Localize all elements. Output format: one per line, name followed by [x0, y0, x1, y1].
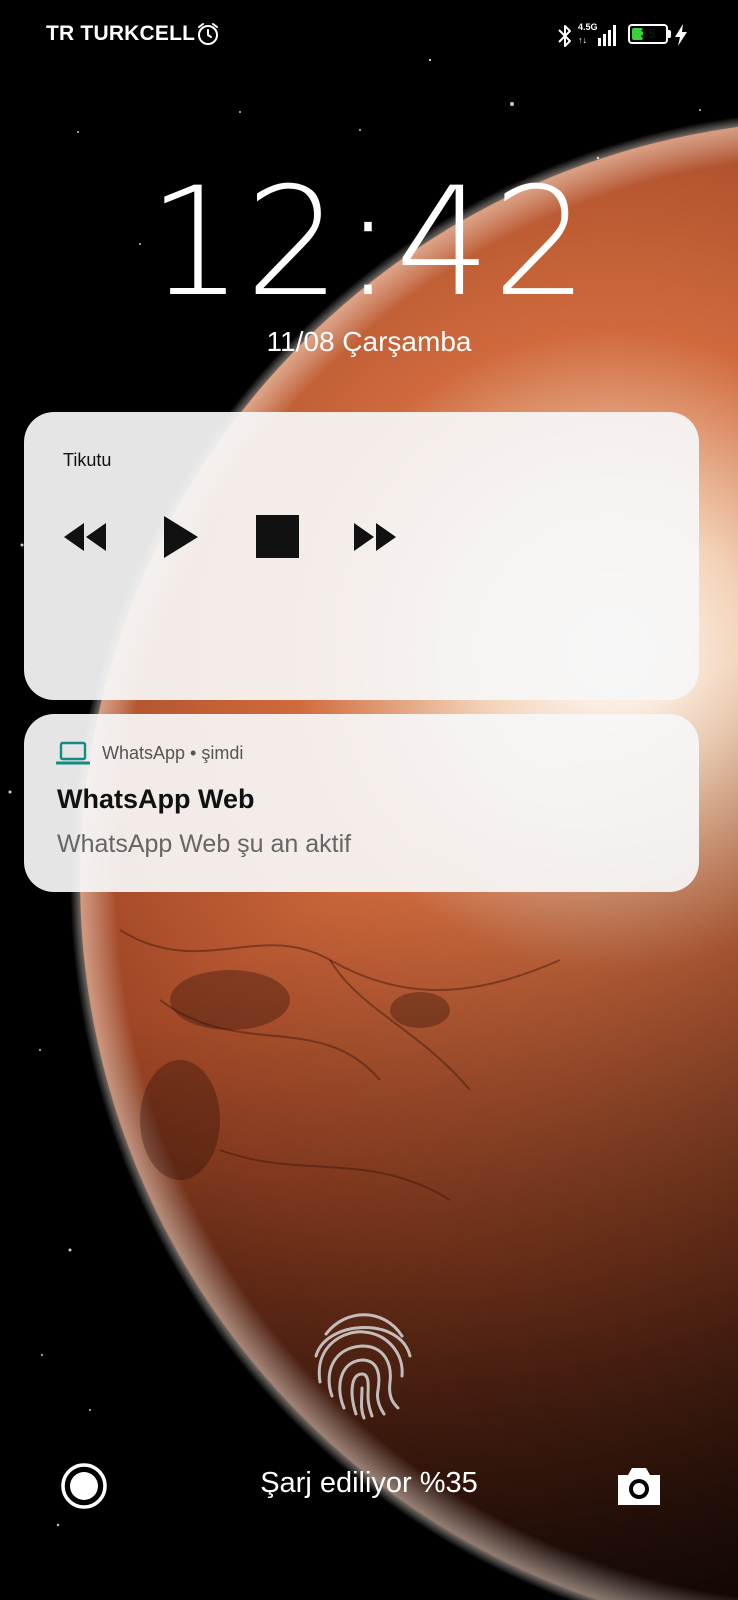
notification-text: WhatsApp Web şu an aktif [57, 830, 352, 858]
battery-tip [668, 30, 671, 38]
media-app-title: Tikutu [63, 450, 112, 470]
network-activity-arrows: ↑↓ [578, 35, 587, 45]
battery-percent: 35 [640, 26, 656, 41]
charging-bolt-icon [675, 24, 687, 46]
lockscreen-date: 11/08 Çarşamba [266, 326, 472, 357]
fast-forward-icon[interactable] [350, 512, 400, 562]
carrier-name: TR TURKCELL [46, 22, 196, 45]
laptop-icon [56, 741, 90, 765]
camera-icon[interactable] [614, 1465, 664, 1507]
status-bar: TR TURKCELL 4.5G ↑↓ 35 [0, 20, 738, 54]
fingerprint-icon[interactable] [306, 1304, 418, 1420]
lockscreen-clock: 12:42 [147, 156, 591, 330]
rewind-icon[interactable] [60, 512, 110, 562]
play-icon[interactable] [158, 512, 202, 562]
notification-app-name: WhatsApp • şimdi [102, 743, 244, 763]
stop-icon[interactable] [255, 512, 301, 562]
alarm-icon [198, 23, 218, 45]
battery-icon: 35 [628, 24, 668, 44]
signal-icon [598, 25, 616, 46]
bluetooth-icon [558, 25, 571, 47]
notification-title: WhatsApp Web [57, 784, 255, 814]
